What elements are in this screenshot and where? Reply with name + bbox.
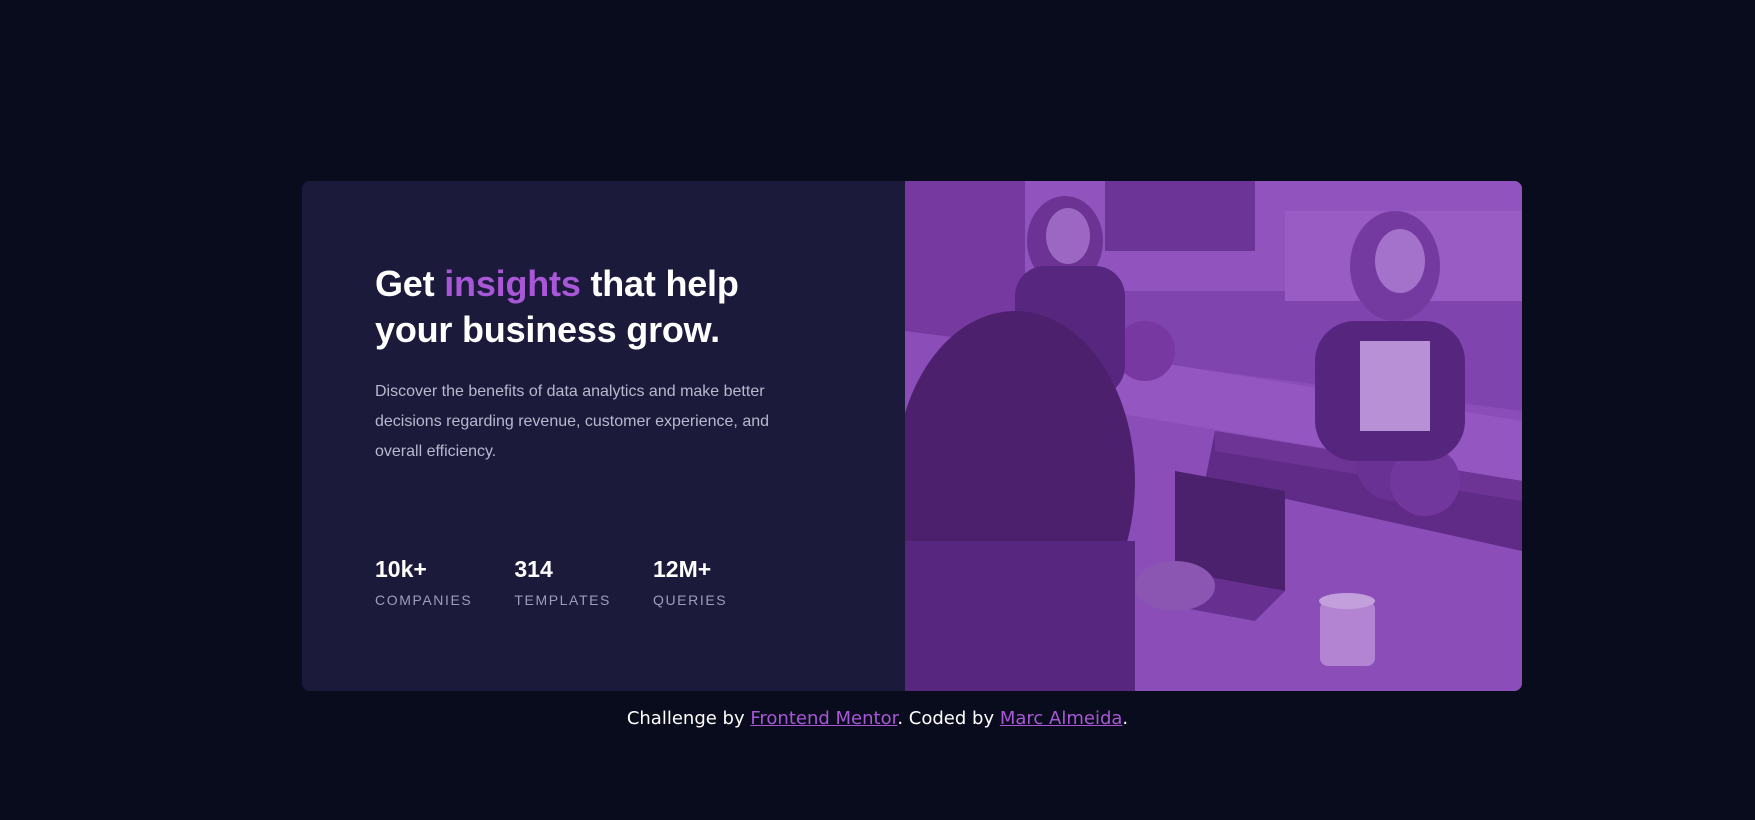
headline-accent: insights xyxy=(444,263,581,304)
stat-companies: 10k+ COMPANIES xyxy=(375,556,472,608)
stat-value: 314 xyxy=(514,556,553,582)
stat-queries: 12M+ QUERIES xyxy=(653,556,727,608)
stats-preview-card: Get insights that help your business gro… xyxy=(302,181,1522,691)
attribution-suffix: . xyxy=(1122,708,1129,729)
description: Discover the benefits of data analytics … xyxy=(375,383,770,460)
people-working-photo xyxy=(905,181,1522,691)
stat-label: QUERIES xyxy=(652,592,728,608)
header-image xyxy=(905,181,1522,691)
stat-templates: 314 TEMPLATES xyxy=(514,556,611,608)
headline: Get insights that help your business gro… xyxy=(375,261,815,353)
headline-before: Get xyxy=(375,263,435,304)
attribution-middle: . Coded by xyxy=(897,708,995,729)
stat-value: 10k+ xyxy=(375,556,427,582)
stat-label: TEMPLATES xyxy=(514,592,611,608)
frontend-mentor-link[interactable]: Frontend Mentor xyxy=(750,708,897,729)
author-link[interactable]: Marc Almeida xyxy=(1000,708,1123,729)
attribution-prefix: Challenge by xyxy=(626,708,745,729)
stat-value: 12M+ xyxy=(652,556,712,582)
stats-row: 10k+ COMPANIES 314 TEMPLATES 12M+ QUERIE… xyxy=(375,556,769,608)
card-content: Get insights that help your business gro… xyxy=(302,181,905,691)
attribution: Challenge by Frontend Mentor. Coded by M… xyxy=(0,708,1755,729)
stat-label: COMPANIES xyxy=(375,592,473,608)
